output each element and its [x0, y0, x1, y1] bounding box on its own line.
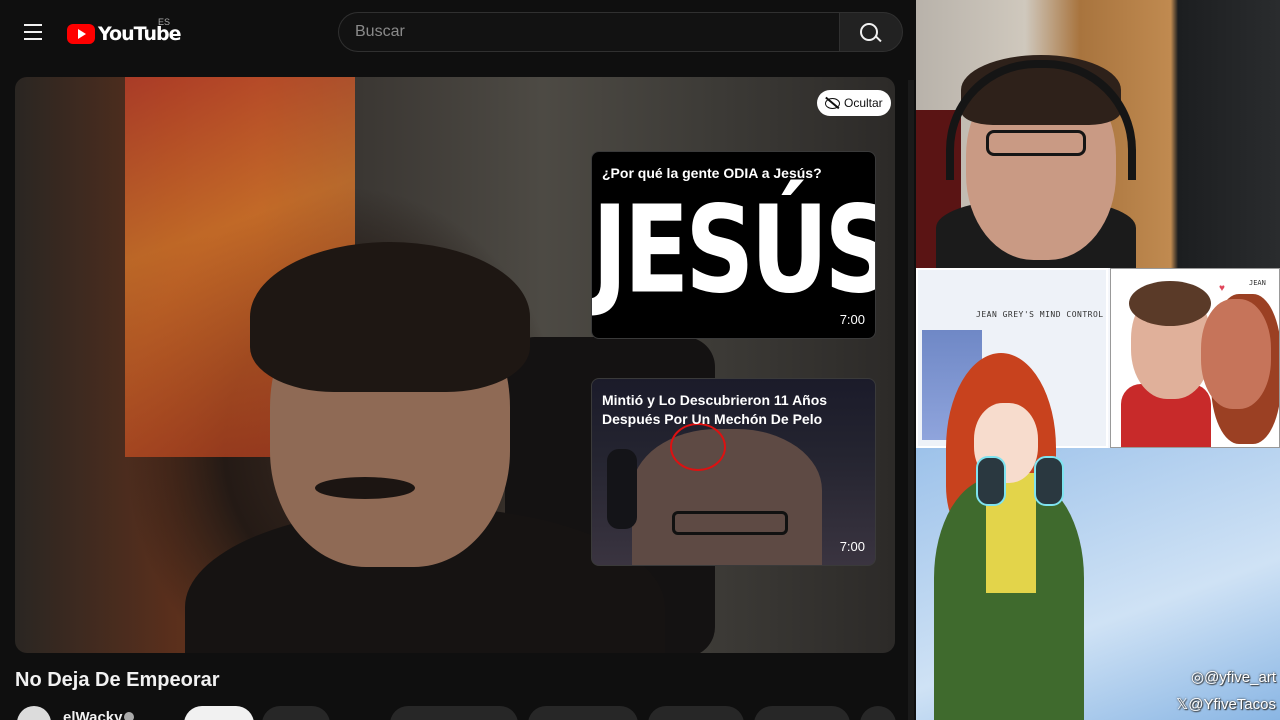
- hide-label: Ocultar: [844, 96, 883, 110]
- endscreen-card-title: ¿Por qué la gente ODIA a Jesús?: [602, 165, 822, 181]
- streamer-mustache: [315, 477, 415, 499]
- thumbnail-face: [632, 429, 822, 565]
- webcam-glasses: [986, 130, 1086, 156]
- heart-icon: ♥: [1219, 283, 1225, 294]
- x-credit: 𝕏@YfiveTacos: [1176, 696, 1276, 713]
- comic-panel-right: ♥ JEAN: [1110, 268, 1280, 448]
- clip-button[interactable]: [754, 706, 850, 720]
- glove: [976, 456, 1006, 506]
- top-bar: YouTube ES: [0, 0, 916, 66]
- x-handle: @YfiveTacos: [1188, 696, 1276, 713]
- instagram-credit: ◎@yfive_art: [1190, 669, 1276, 686]
- endscreen-video-card[interactable]: Mintió y Lo Descubrieron 11 Años Después…: [591, 378, 876, 566]
- red-circle-highlight: [670, 423, 726, 471]
- eye-off-icon: [825, 97, 840, 109]
- share-button[interactable]: [528, 706, 638, 720]
- channel-name[interactable]: elWacky: [63, 709, 122, 720]
- youtube-play-icon: [67, 24, 95, 44]
- comic-caption: JEAN GREY'S MIND CONTROL: [976, 310, 1104, 319]
- channel-avatar[interactable]: [17, 706, 51, 720]
- verified-badge-icon: [124, 712, 134, 720]
- country-code: ES: [158, 17, 171, 27]
- comic-art-overlay: JEAN GREY'S MIND CONTROL ♥ JEAN ◎@yfive_…: [916, 268, 1280, 720]
- video-title: No Deja De Empeorar: [15, 669, 220, 691]
- endscreen-card-title: Mintió y Lo Descubrieron 11 Años Después…: [602, 392, 828, 427]
- instagram-handle: @yfive_art: [1204, 669, 1276, 686]
- webcam-feed: [916, 0, 1280, 268]
- hide-endscreen-button[interactable]: Ocultar: [817, 90, 891, 116]
- join-button[interactable]: [262, 706, 330, 720]
- video-duration: 7:00: [839, 539, 865, 554]
- thumbnail-text: JESÚS: [592, 180, 876, 320]
- more-actions-button[interactable]: [860, 706, 896, 720]
- search-box: [338, 12, 839, 52]
- search-icon: [860, 23, 878, 41]
- stream-divider: [908, 80, 914, 720]
- character-face: [1201, 299, 1271, 409]
- youtube-page: YouTube ES Ocultar JESÚS ¿Por qué la gen…: [0, 0, 916, 720]
- hamburger-menu-icon[interactable]: [24, 24, 42, 40]
- search-button[interactable]: [839, 12, 903, 52]
- like-dislike-button[interactable]: [390, 706, 518, 720]
- save-button[interactable]: [648, 706, 744, 720]
- subscribe-button[interactable]: [184, 706, 254, 720]
- thumbnail-glasses: [672, 511, 788, 535]
- thumbnail-headset: [607, 449, 637, 529]
- search-input[interactable]: [339, 13, 825, 51]
- glove: [1034, 456, 1064, 506]
- video-duration: 7:00: [839, 312, 865, 327]
- streamer-hair: [250, 242, 530, 392]
- character-hair-brown: [1129, 281, 1211, 326]
- endscreen-video-card[interactable]: JESÚS ¿Por qué la gente ODIA a Jesús? 7:…: [591, 151, 876, 339]
- side-label: JEAN: [1249, 279, 1266, 287]
